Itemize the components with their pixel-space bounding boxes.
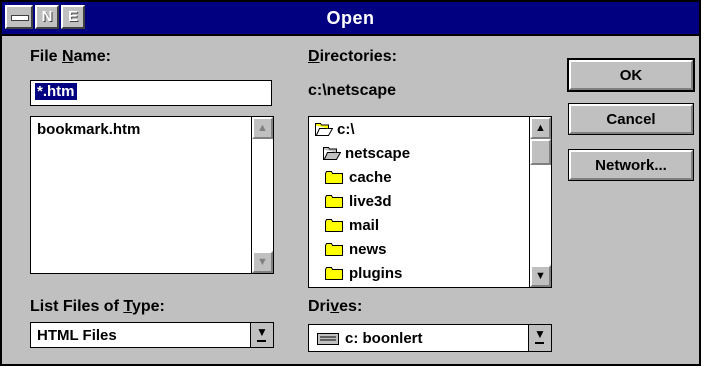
file-type-dropdown-button[interactable]: ▼ [250, 323, 273, 347]
directory-item-live3d[interactable]: live3d [349, 193, 392, 210]
folder-icon [325, 243, 343, 256]
folder-icon [325, 171, 343, 184]
directory-item-cache[interactable]: cache [349, 169, 392, 186]
open-dialog: N E Open File Name: *.htm bookmark.htm ▲… [0, 0, 701, 366]
file-type-label: List Files of Type: [30, 298, 165, 315]
drives-select[interactable]: c: boonlert ▼ [308, 324, 552, 352]
directory-item-plugins[interactable]: plugins [349, 265, 402, 282]
file-type-select[interactable]: HTML Files ▼ [30, 322, 274, 348]
directory-list-scrollbar[interactable]: ▲ ▼ [529, 117, 551, 287]
scroll-down-icon[interactable]: ▼ [530, 265, 551, 287]
folder-icon [325, 267, 343, 280]
hard-drive-icon [317, 333, 339, 345]
directory-item-news[interactable]: news [349, 241, 387, 258]
file-list-scrollbar[interactable]: ▲ ▼ [251, 117, 273, 273]
chevron-down-icon: ▼ [534, 327, 546, 341]
file-name-input[interactable]: *.htm [30, 80, 272, 106]
folder-icon [325, 219, 343, 232]
network-button[interactable]: Network... [568, 149, 694, 181]
directories-label: Directories: [308, 48, 397, 65]
drives-label: Drives: [308, 298, 363, 315]
file-type-value: HTML Files [37, 327, 117, 344]
drives-dropdown-button[interactable]: ▼ [528, 325, 551, 351]
directory-item-mail[interactable]: mail [349, 217, 379, 234]
chevron-down-icon: ▼ [256, 325, 268, 339]
directory-item-netscape[interactable]: netscape [345, 145, 410, 162]
file-name-label: File Name: [30, 48, 111, 65]
file-name-value: *.htm [35, 83, 77, 100]
directory-item-root[interactable]: c:\ [337, 121, 355, 138]
window-title: Open [326, 8, 375, 28]
scroll-thumb[interactable] [530, 139, 551, 165]
open-folder-icon [315, 123, 333, 136]
scroll-up-icon[interactable]: ▲ [252, 117, 273, 139]
open-folder-icon [323, 147, 341, 160]
cancel-button[interactable]: Cancel [568, 103, 694, 135]
directory-list[interactable]: c:\ netscape cache live3d mail news plug… [308, 116, 552, 288]
file-list[interactable]: bookmark.htm ▲ ▼ [30, 116, 274, 274]
title-bar: N E Open [2, 2, 699, 36]
scroll-down-icon[interactable]: ▼ [252, 251, 273, 273]
folder-icon [325, 195, 343, 208]
drives-value: c: boonlert [345, 330, 423, 347]
scroll-up-icon[interactable]: ▲ [530, 117, 551, 139]
ok-button[interactable]: OK [567, 58, 695, 92]
list-item[interactable]: bookmark.htm [37, 121, 140, 138]
current-directory: c:\netscape [308, 82, 397, 99]
